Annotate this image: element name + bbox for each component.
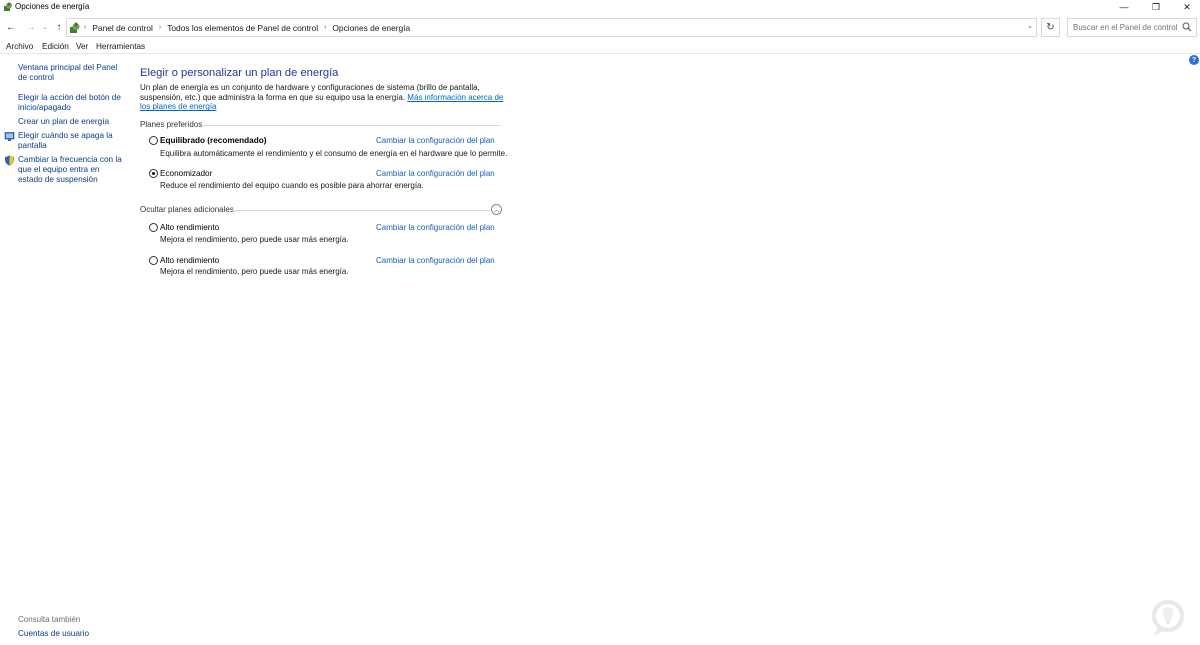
- left-pane: Ventana principal del Panel de control E…: [0, 55, 132, 645]
- plan-name-balanced[interactable]: Equilibrado (recomendado): [160, 136, 266, 145]
- up-button[interactable]: ↑: [52, 20, 66, 34]
- see-also-heading: Consulta también: [18, 615, 81, 624]
- power-options-icon: [4, 2, 12, 11]
- plan-radio-power-saver[interactable]: [149, 169, 158, 178]
- plan-row-high-performance: Alto rendimiento Cambiar la configuració…: [149, 222, 501, 234]
- plan-name-high-performance[interactable]: Alto rendimiento: [160, 223, 219, 232]
- refresh-button[interactable]: ↻: [1041, 18, 1060, 37]
- plan-description-high-performance-2: Mejora el rendimiento, pero puede usar m…: [160, 267, 349, 276]
- watermark-logo-icon: [1152, 600, 1184, 636]
- plan-description-balanced: Equilibra automáticamente el rendimiento…: [160, 149, 508, 158]
- help-button[interactable]: ?: [1189, 55, 1199, 65]
- breadcrumb-power-options[interactable]: Opciones de energía: [332, 23, 410, 33]
- page-title: Elegir o personalizar un plan de energía: [140, 67, 339, 79]
- plan-description-power-saver: Reduce el rendimiento del equipo cuando …: [160, 181, 424, 190]
- control-panel-icon: [70, 22, 80, 33]
- plan-settings-link-high-performance-2[interactable]: Cambiar la configuración del plan: [376, 256, 495, 265]
- additional-plans-divider: [232, 210, 490, 211]
- plan-row-balanced: Equilibrado (recomendado) Cambiar la con…: [149, 135, 501, 147]
- preferred-plans-heading: Planes preferidos: [140, 120, 203, 129]
- search-icon[interactable]: [1182, 22, 1192, 32]
- address-dropdown-icon[interactable]: ⌄: [1027, 22, 1033, 30]
- sleep-shield-icon: [4, 155, 15, 166]
- plan-settings-link-balanced[interactable]: Cambiar la configuración del plan: [376, 136, 495, 145]
- title-bar: Opciones de energía — ❐ ✕: [0, 0, 1200, 14]
- window-title: Opciones de energía: [15, 2, 90, 11]
- plan-description-high-performance: Mejora el rendimiento, pero puede usar m…: [160, 235, 349, 244]
- breadcrumb-all-items[interactable]: Todos los elementos de Panel de control: [167, 23, 318, 33]
- close-button[interactable]: ✕: [1172, 0, 1200, 14]
- minimize-button[interactable]: —: [1109, 0, 1139, 14]
- search-input[interactable]: [1068, 19, 1180, 36]
- search-box[interactable]: [1067, 18, 1197, 37]
- forward-button[interactable]: →: [24, 20, 38, 34]
- breadcrumb-control-panel[interactable]: Panel de control: [92, 23, 153, 33]
- plan-name-high-performance-2[interactable]: Alto rendimiento: [160, 256, 219, 265]
- plan-radio-high-performance[interactable]: [149, 223, 158, 232]
- plan-row-high-performance-2: Alto rendimiento Cambiar la configuració…: [149, 255, 501, 267]
- back-button[interactable]: ←: [4, 20, 18, 34]
- plan-name-power-saver[interactable]: Economizador: [160, 169, 212, 178]
- maximize-button[interactable]: ❐: [1141, 0, 1171, 14]
- navigation-bar: ← → ⌄ ↑ › Panel de control › Todos los e…: [0, 17, 1200, 38]
- menu-edicion[interactable]: Edición: [42, 42, 69, 51]
- address-bar[interactable]: › Panel de control › Todos los elementos…: [66, 18, 1037, 37]
- breadcrumb-separator-icon[interactable]: ›: [159, 24, 161, 31]
- menu-archivo[interactable]: Archivo: [6, 42, 33, 51]
- display-shield-icon: [4, 132, 15, 141]
- plan-row-power-saver: Economizador Cambiar la configuración de…: [149, 168, 501, 180]
- left-link-sleep-frequency[interactable]: Cambiar la frecuencia con la que el equi…: [18, 155, 123, 185]
- recent-locations-button[interactable]: ⌄: [40, 20, 50, 34]
- breadcrumb-separator-icon[interactable]: ›: [324, 24, 326, 31]
- page-description: Un plan de energía es un conjunto de har…: [140, 83, 505, 112]
- preferred-plans-divider: [203, 125, 500, 126]
- plan-radio-high-performance-2[interactable]: [149, 256, 158, 265]
- left-link-create-power-plan[interactable]: Crear un plan de energía: [18, 117, 123, 127]
- collapse-chevron-icon[interactable]: ︿: [491, 204, 502, 215]
- menu-herramientas[interactable]: Herramientas: [96, 42, 145, 51]
- plan-settings-link-high-performance[interactable]: Cambiar la configuración del plan: [376, 223, 495, 232]
- plan-radio-balanced[interactable]: [149, 136, 158, 145]
- left-link-power-button-action[interactable]: Elegir la acción del botón de inicio/apa…: [18, 93, 123, 113]
- breadcrumb-separator-icon: ›: [84, 24, 87, 31]
- menu-bar: Archivo Edición Ver Herramientas: [0, 41, 1200, 54]
- left-link-display-off[interactable]: Elegir cuándo se apaga la pantalla: [18, 131, 123, 151]
- additional-plans-heading[interactable]: Ocultar planes adicionales: [140, 205, 234, 214]
- plan-settings-link-power-saver[interactable]: Cambiar la configuración del plan: [376, 169, 495, 178]
- menu-ver[interactable]: Ver: [76, 42, 88, 51]
- left-link-user-accounts[interactable]: Cuentas de usuario: [18, 629, 89, 638]
- left-link-control-panel-home[interactable]: Ventana principal del Panel de control: [18, 63, 123, 83]
